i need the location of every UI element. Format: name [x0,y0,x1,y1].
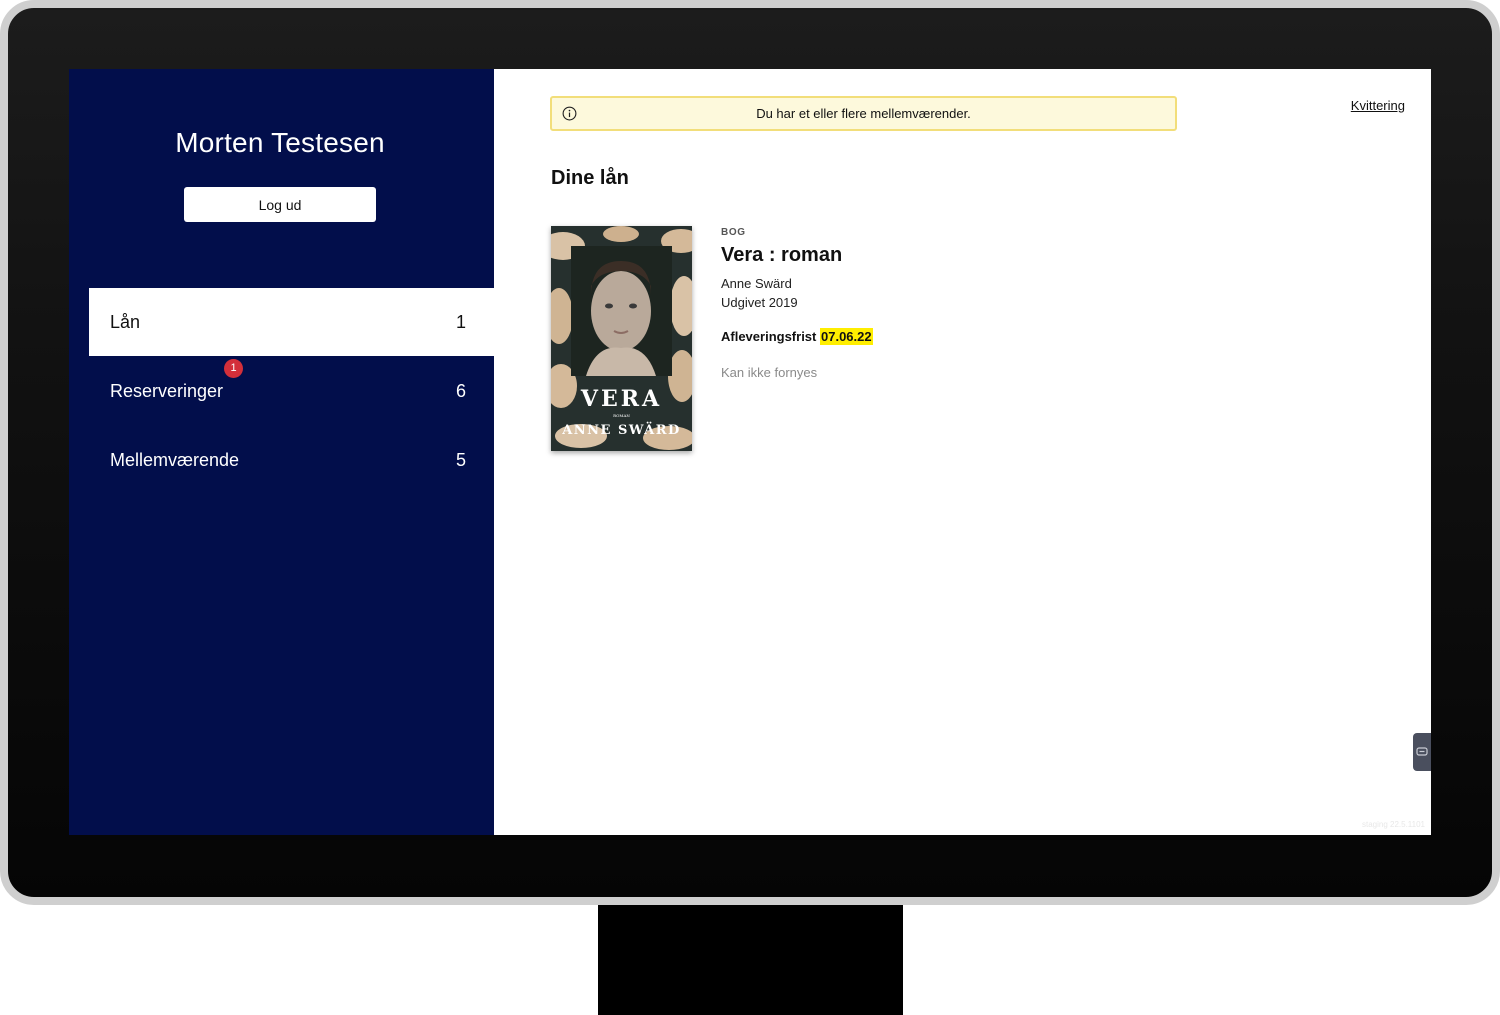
cover-title: VERA [580,386,662,412]
nav-item-label: Lån [110,311,141,332]
alert-banner: Du har et eller flere mellemværender. [550,96,1177,131]
info-icon [562,106,577,121]
logout-button[interactable]: Log ud [184,187,376,222]
receipt-link[interactable]: Kvittering [1351,98,1405,113]
nav-item-count: 5 [455,449,466,470]
nav-item-count: 6 [455,380,466,401]
cover-subtitle: ROMAN [613,413,630,418]
nav-item-label: Mellemværende [110,449,240,470]
book-published: Udgivet 2019 [721,295,798,310]
renew-status: Kan ikke fornyes [721,365,818,380]
book-title[interactable]: Vera : roman [721,244,873,267]
book-author: Anne Swärd [721,276,792,291]
monitor-stand [598,905,903,1015]
main-content: Du har et eller flere mellemværender. Kv… [494,69,1431,835]
user-name: Morten Testesen [175,127,385,158]
screen: Morten Testesen Log ud Lån 1 Reservering… [69,69,1431,835]
due-date-value: 07.06.22 [820,328,873,345]
due-date-line: Afleveringsfrist 07.06.22 [721,328,873,345]
page-title: Dine lån [551,167,629,189]
version-label: staging 22.5.1101 [1361,820,1425,829]
material-type: BOG [721,227,746,238]
due-date-label: Afleveringsfrist [721,329,817,344]
nav-item-reservations[interactable]: Reserveringer 1 6 [89,357,494,425]
nav-item-label: Reserveringer [110,380,224,401]
nav-item-loans[interactable]: Lån 1 [89,288,494,356]
book-cover[interactable]: VERA ROMAN ANNE SWÄRD [551,226,692,451]
side-tab[interactable] [1413,733,1431,771]
notification-badge: 1 [224,358,244,378]
nav-item-label-wrap: Reserveringer 1 [110,358,244,402]
alert-message: Du har et eller flere mellemværender. [756,106,971,121]
book-cover-image: VERA ROMAN ANNE SWÄRD [551,226,692,451]
cover-author: ANNE SWÄRD [561,422,681,438]
sidebar: Morten Testesen Log ud Lån 1 Reservering… [69,69,494,835]
nav-item-count: 1 [455,311,466,332]
loan-item: BOG Vera : roman Anne Swärd Udgivet 2019… [721,227,873,380]
chat-icon [1416,747,1428,756]
nav-item-debts[interactable]: Mellemværende 5 [89,426,494,494]
